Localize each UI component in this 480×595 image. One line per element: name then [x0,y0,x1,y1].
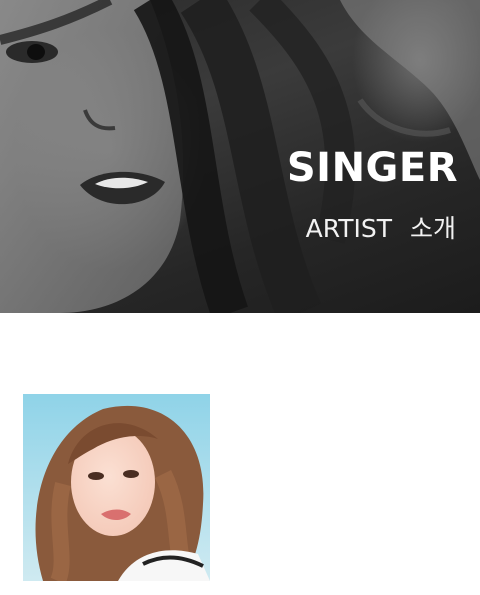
artist-card[interactable] [23,394,210,581]
hero-banner: SINGER ARTIST 소개 [0,0,480,313]
hero-subtitle: ARTIST 소개 [305,214,456,243]
artist-profile-photo[interactable] [23,394,210,581]
hero-title: SINGER [286,145,458,191]
